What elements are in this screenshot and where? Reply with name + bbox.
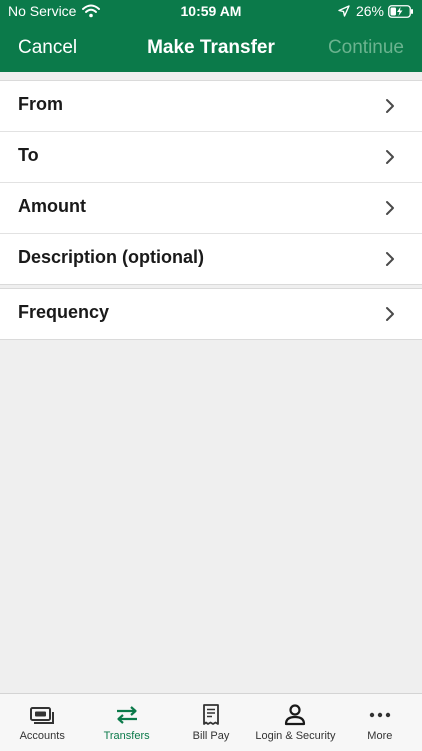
tab-label: More xyxy=(367,730,393,742)
bill-pay-icon xyxy=(203,704,219,725)
app-header: No Service 10:59 AM 26% Cancel Make Tran… xyxy=(0,0,422,72)
cancel-button[interactable]: Cancel xyxy=(18,37,77,59)
description-row[interactable]: Description (optional) xyxy=(0,234,422,284)
chevron-right-icon xyxy=(386,150,394,164)
description-label: Description (optional) xyxy=(18,247,204,267)
status-right: 26% xyxy=(338,3,414,19)
tab-more[interactable]: More xyxy=(338,694,422,751)
tab-accounts[interactable]: Accounts xyxy=(0,694,84,751)
amount-label: Amount xyxy=(18,196,86,216)
more-icon xyxy=(369,712,391,718)
tab-label: Bill Pay xyxy=(192,730,230,742)
to-row[interactable]: To xyxy=(0,132,422,183)
accounts-icon xyxy=(30,707,55,724)
from-label: From xyxy=(18,94,63,114)
continue-button[interactable]: Continue xyxy=(328,37,404,59)
frequency-group: Frequency xyxy=(0,288,422,340)
transfers-icon xyxy=(116,706,137,724)
tab-transfers[interactable]: Transfers xyxy=(84,694,168,751)
location-arrow-icon xyxy=(338,5,350,17)
status-bar: No Service 10:59 AM 26% xyxy=(0,0,422,24)
transfer-details-group: From To Amount Description (optional) xyxy=(0,80,422,285)
login-security-icon xyxy=(285,704,306,726)
tab-label: Accounts xyxy=(19,730,65,742)
frequency-label: Frequency xyxy=(18,302,110,322)
tab-label: Transfers xyxy=(103,730,150,742)
tab-login-security[interactable]: Login & Security xyxy=(253,694,337,751)
battery-charging-icon xyxy=(388,4,413,18)
chevron-right-icon xyxy=(386,307,394,321)
chevron-right-icon xyxy=(386,201,394,215)
tab-bar: Accounts Transfers Bill Pay Login & Secu… xyxy=(0,693,422,751)
chevron-right-icon xyxy=(386,99,394,113)
amount-row[interactable]: Amount xyxy=(0,183,422,234)
tab-label: Login & Security xyxy=(255,730,336,742)
tab-bill-pay[interactable]: Bill Pay xyxy=(169,694,253,751)
from-row[interactable]: From xyxy=(0,81,422,132)
nav-bar: Cancel Make Transfer Continue xyxy=(0,24,422,72)
to-label: To xyxy=(18,145,39,165)
frequency-row[interactable]: Frequency xyxy=(0,289,422,339)
battery-percent: 26% xyxy=(355,3,384,19)
chevron-right-icon xyxy=(386,252,394,266)
